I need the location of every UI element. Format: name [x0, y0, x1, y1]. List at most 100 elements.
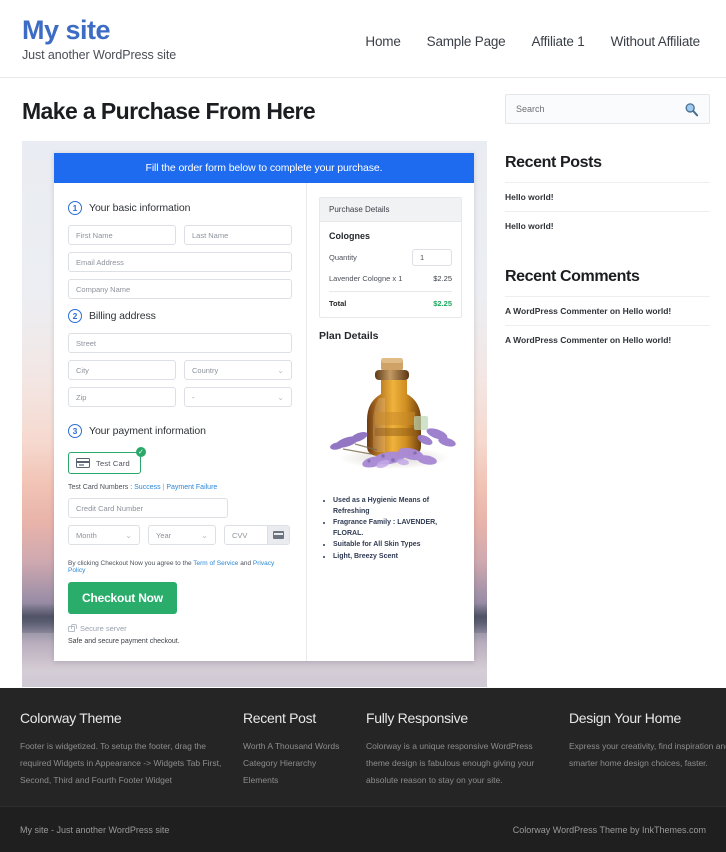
- lock-icon: [68, 623, 77, 632]
- cvv-card-icon: [267, 526, 289, 544]
- test-card-numbers-prefix: Test Card Numbers :: [68, 484, 135, 491]
- purchase-group-name: Colognes: [329, 231, 371, 241]
- order-form-banner: Fill the order form below to complete yo…: [54, 153, 474, 183]
- step-2-number: 2: [68, 309, 82, 323]
- expiry-month-value: Month: [76, 530, 97, 540]
- recent-comments-title: Recent Comments: [505, 268, 640, 285]
- plan-bullet: Light, Breezy Scent: [333, 552, 462, 563]
- terms-of-service-link[interactable]: Term of Service: [193, 560, 238, 567]
- chevron-down-icon: ⌄: [201, 530, 208, 540]
- site-branding[interactable]: My site Just another WordPress site: [22, 14, 177, 63]
- purchase-details-box: Purchase Details Colognes Quantity 1 Lav…: [319, 197, 462, 318]
- main-column: Make a Purchase From Here Fill the order…: [0, 78, 505, 687]
- footer-widget-title: Recent Post: [243, 710, 316, 726]
- expiry-month-select[interactable]: Month ⌄: [68, 525, 140, 545]
- chevron-down-icon: ⌄: [277, 392, 284, 402]
- state-select-value: -: [192, 392, 195, 402]
- list-item[interactable]: Worth A Thousand Words: [243, 738, 348, 755]
- footer-widget-title: Colorway Theme: [20, 710, 122, 726]
- page-title: Make a Purchase From Here: [22, 98, 316, 124]
- footer-copyright-bar: My site - Just another WordPress site Co…: [0, 806, 726, 852]
- total-price: $2.25: [433, 299, 452, 308]
- purchase-details-body: Colognes Quantity 1 Lavender Cologne x 1…: [320, 222, 461, 317]
- checkout-now-button[interactable]: Checkout Now: [68, 582, 177, 614]
- nav-item-sample-page[interactable]: Sample Page: [427, 34, 506, 49]
- secure-server-label: Secure server: [80, 624, 127, 633]
- credit-card-number-input[interactable]: Credit Card Number: [68, 498, 228, 518]
- nav-item-affiliate-1[interactable]: Affiliate 1: [532, 34, 585, 49]
- line-item-price: $2.25: [433, 274, 452, 283]
- plan-details-title: Plan Details: [319, 330, 379, 342]
- first-name-input[interactable]: First Name: [68, 225, 176, 245]
- city-country-row: City Country ⌄: [68, 360, 292, 387]
- footer-widget-title: Fully Responsive: [366, 710, 468, 726]
- sidebar: Search Recent Posts Hello world! Hello w…: [505, 78, 726, 687]
- site-tagline: Just another WordPress site: [22, 48, 177, 63]
- chevron-down-icon: ⌄: [125, 530, 132, 540]
- site-footer: Colorway Theme Footer is widgetized. To …: [0, 688, 726, 852]
- recent-comments-widget: Recent Comments A WordPress Commenter on…: [505, 268, 710, 354]
- expiry-year-select[interactable]: Year ⌄: [148, 525, 216, 545]
- test-card-option[interactable]: Test Card: [68, 452, 141, 474]
- purchase-details-header: Purchase Details: [320, 198, 461, 222]
- step-1-number: 1: [68, 201, 82, 215]
- purchase-divider: [329, 291, 452, 292]
- widget-spacer: [505, 240, 710, 268]
- list-item[interactable]: Elements: [243, 772, 348, 789]
- step-payment-information: 3 Your payment information: [68, 424, 292, 438]
- total-label: Total: [329, 299, 347, 308]
- lavender-cologne-bottle-illustration: [330, 358, 456, 469]
- check-circle-icon: ✓: [135, 447, 146, 457]
- test-card-success-link[interactable]: Success: [134, 484, 160, 491]
- recent-posts-title: Recent Posts: [505, 154, 602, 171]
- state-select[interactable]: - ⌄: [184, 387, 292, 407]
- order-form-fields: 1 Your basic information First Name Last…: [54, 183, 306, 661]
- last-name-input[interactable]: Last Name: [184, 225, 292, 245]
- test-card-numbers-line: Test Card Numbers : Success | Payment Fa…: [68, 484, 292, 491]
- country-select[interactable]: Country ⌄: [184, 360, 292, 380]
- zip-input[interactable]: Zip: [68, 387, 176, 407]
- content-wrapper: Make a Purchase From Here Fill the order…: [0, 78, 726, 687]
- footer-widget-text: Express your creativity, find inspiratio…: [569, 741, 726, 768]
- test-card-option-wrapper: Test Card ✓: [68, 447, 146, 474]
- secure-server-row: Secure server: [68, 623, 292, 633]
- step-billing-address: 2 Billing address: [68, 309, 292, 323]
- chevron-down-icon: ⌄: [277, 365, 284, 375]
- cvv-placeholder: CVV: [232, 530, 248, 540]
- footer-widget-text: Footer is widgetized. To setup the foote…: [20, 741, 222, 785]
- cvv-input[interactable]: CVV: [224, 525, 290, 545]
- list-item[interactable]: Hello world!: [505, 182, 710, 211]
- product-image: [319, 350, 462, 486]
- nav-item-without-affiliate[interactable]: Without Affiliate: [611, 34, 701, 49]
- footer-widget-design-your-home: Design Your Home Express your creativity…: [569, 710, 726, 789]
- footer-widget-colorway-theme: Colorway Theme Footer is widgetized. To …: [20, 710, 225, 789]
- test-card-failure-link[interactable]: Payment Failure: [166, 484, 217, 491]
- line-item-label: Lavender Cologne x 1: [329, 274, 403, 283]
- search-input[interactable]: Search: [516, 104, 545, 114]
- step-2-label: Billing address: [89, 310, 156, 322]
- footer-widget-title: Design Your Home: [569, 710, 681, 726]
- list-item[interactable]: A WordPress Commenter on Hello world!: [505, 325, 710, 354]
- list-item[interactable]: Hello world!: [505, 211, 710, 240]
- step-1-label: Your basic information: [89, 202, 191, 214]
- step-3-label: Your payment information: [89, 425, 206, 437]
- street-input[interactable]: Street: [68, 333, 292, 353]
- site-title[interactable]: My site: [22, 16, 176, 45]
- list-item[interactable]: A WordPress Commenter on Hello world!: [505, 296, 710, 325]
- email-input[interactable]: Email Address: [68, 252, 292, 272]
- nav-item-home[interactable]: Home: [365, 34, 400, 49]
- expiry-year-value: Year: [156, 530, 172, 540]
- recent-comments-list: A WordPress Commenter on Hello world! A …: [505, 296, 710, 354]
- list-item[interactable]: Category Hierarchy: [243, 755, 348, 772]
- search-icon[interactable]: [684, 102, 699, 117]
- quantity-input[interactable]: 1: [412, 249, 452, 266]
- expiry-cvv-row: Month ⌄ Year ⌄ CVV: [68, 525, 292, 552]
- plan-bullet: Suitable for All Skin Types: [333, 540, 462, 551]
- footer-widget-fully-responsive: Fully Responsive Colorway is a unique re…: [366, 710, 551, 789]
- copyright-right[interactable]: Colorway WordPress Theme by InkThemes.co…: [513, 825, 706, 835]
- footer-widget-recent-post: Recent Post Worth A Thousand Words Categ…: [243, 710, 348, 789]
- city-input[interactable]: City: [68, 360, 176, 380]
- total-row: Total $2.25: [329, 299, 452, 308]
- company-input[interactable]: Company Name: [68, 279, 292, 299]
- search-widget[interactable]: Search: [505, 94, 710, 124]
